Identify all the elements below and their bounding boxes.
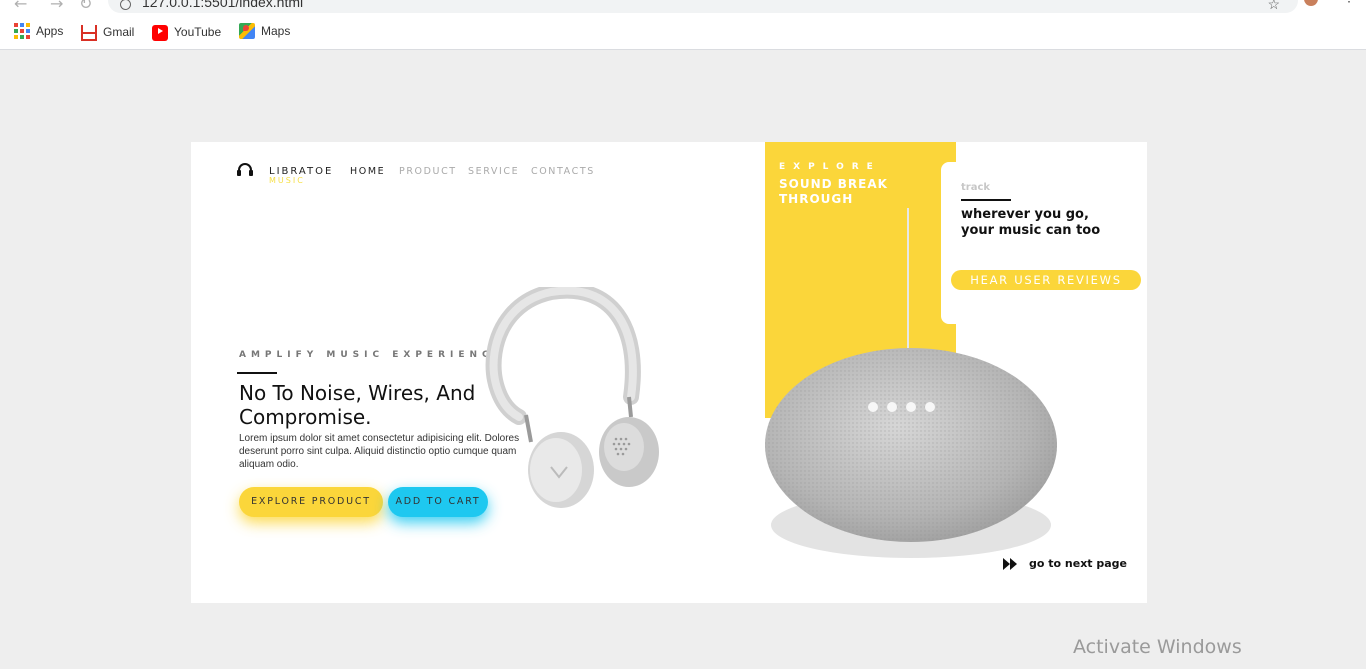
- bookmark-label: Gmail: [103, 25, 135, 39]
- add-to-cart-button[interactable]: ADD TO CART: [388, 487, 488, 517]
- smart-speaker-image: [765, 348, 1057, 558]
- nav-product[interactable]: PRODUCT: [399, 166, 457, 177]
- nav-service[interactable]: SERVICE: [468, 166, 519, 177]
- hero-kicker: AMPLIFY MUSIC EXPERIENCE: [239, 350, 505, 360]
- maps-icon: [239, 23, 255, 39]
- bookmark-gmail[interactable]: Gmail: [81, 23, 134, 41]
- fast-forward-icon[interactable]: [1003, 558, 1019, 570]
- tagline: wherever you go, your music can too: [961, 207, 1101, 238]
- apps-grid-icon: [14, 23, 30, 39]
- bookmark-maps[interactable]: Maps: [239, 23, 290, 39]
- track-label: track: [961, 182, 991, 193]
- bookmark-star-icon[interactable]: ☆: [1267, 0, 1280, 13]
- next-page-link[interactable]: go to next page: [1029, 557, 1127, 570]
- bookmarks-bar: Apps Gmail YouTube Maps: [0, 14, 1366, 50]
- forward-icon[interactable]: →: [50, 0, 63, 13]
- activate-windows-watermark: Activate Windows: [1073, 636, 1242, 658]
- address-url[interactable]: 127.0.0.1:5501/index.html: [142, 0, 303, 10]
- bookmark-youtube[interactable]: YouTube: [152, 23, 221, 41]
- sound-heading: SOUND BREAK THROUGH: [779, 177, 888, 206]
- nav-home[interactable]: HOME: [350, 166, 385, 177]
- kicker-divider: [237, 372, 277, 374]
- back-icon[interactable]: ←: [14, 0, 27, 13]
- landing-card: LIBRATOE MUSIC HOME PRODUCT SERVICE CONT…: [191, 142, 1147, 603]
- address-bar[interactable]: 127.0.0.1:5501/index.html ☆: [108, 0, 1298, 13]
- nav-contacts[interactable]: CONTACTS: [531, 166, 595, 177]
- explore-product-button[interactable]: EXPLORE PRODUCT: [239, 487, 383, 517]
- gmail-icon: [81, 25, 97, 41]
- profile-avatar[interactable]: [1304, 0, 1318, 6]
- reload-icon[interactable]: ↻: [79, 0, 92, 13]
- bookmark-apps[interactable]: Apps: [14, 23, 63, 39]
- browser-toolbar: ← → ↻ 127.0.0.1:5501/index.html ☆ ⋮: [0, 0, 1366, 14]
- headphones-logo-icon: [237, 163, 253, 176]
- bookmark-label: YouTube: [174, 25, 222, 39]
- brand-subtitle: MUSIC: [269, 176, 305, 185]
- hero-headline: No To Noise, Wires, And Compromise.: [239, 381, 476, 429]
- speaker-cord: [907, 208, 909, 348]
- site-info-icon[interactable]: [120, 0, 131, 10]
- youtube-icon: [152, 25, 168, 41]
- track-divider: [961, 199, 1011, 201]
- bookmark-label: Maps: [261, 24, 291, 38]
- explore-label: EXPLORE: [779, 162, 881, 172]
- hear-user-reviews-button[interactable]: HEAR USER REVIEWS: [951, 270, 1141, 290]
- headphones-image: [485, 287, 659, 508]
- bookmark-label: Apps: [36, 24, 64, 38]
